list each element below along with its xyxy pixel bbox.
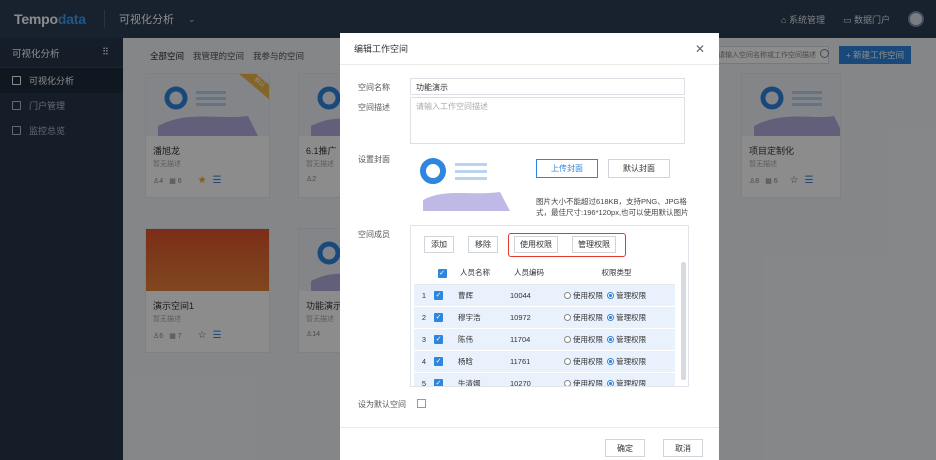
row-checkbox[interactable]: ✓: [434, 379, 443, 386]
radio-manage[interactable]: 管理权限: [607, 379, 646, 386]
cover-preview: [415, 148, 515, 211]
radio-use[interactable]: 使用权限: [564, 335, 603, 344]
members-label: 空间成员: [358, 230, 390, 239]
table-row: 3 ✓ 陈伟 11704 使用权限 管理权限: [414, 328, 675, 351]
table-row: 4 ✓ 杨晗 11761 使用权限 管理权限: [414, 350, 675, 373]
row-checkbox[interactable]: ✓: [434, 313, 443, 322]
dialog-title: 编辑工作空间: [354, 44, 409, 54]
desc-label: 空间描述: [358, 103, 390, 112]
table-scrollbar[interactable]: [681, 262, 686, 380]
members-table: ✓ 人员名称 人员编码 权限类型 1 ✓ 曹辉 10044 使用权限 管理权限 2 ✓ 穆宇…: [414, 262, 675, 386]
space-desc-input[interactable]: 请输入工作空间描述: [410, 97, 685, 144]
table-row: 2 ✓ 穆宇浩 10972 使用权限 管理权限: [414, 306, 675, 329]
radio-manage[interactable]: 管理权限: [607, 357, 646, 366]
radio-use[interactable]: 使用权限: [564, 313, 603, 322]
highlight-box: [508, 233, 626, 257]
col-name: 人员名称: [450, 262, 500, 285]
remove-member-button[interactable]: 移除: [468, 236, 498, 253]
radio-manage[interactable]: 管理权限: [607, 313, 646, 322]
cover-note: 图片大小不能超过618KB，支持PNG、JPG格式，最佳尺寸:196*120px…: [536, 197, 689, 217]
name-label: 空间名称: [358, 83, 390, 92]
cover-label: 设置封面: [358, 155, 390, 164]
row-checkbox[interactable]: ✓: [434, 291, 443, 300]
close-icon[interactable]: ✕: [695, 42, 705, 56]
upload-cover-button[interactable]: 上传封面: [536, 159, 598, 178]
radio-manage[interactable]: 管理权限: [607, 335, 646, 344]
confirm-button[interactable]: 确定: [605, 439, 645, 457]
edit-space-dialog: 编辑工作空间 ✕ 空间名称 功能演示 空间描述 请输入工作空间描述 设置封面 上…: [340, 33, 719, 460]
radio-manage[interactable]: 管理权限: [607, 291, 646, 300]
space-name-input[interactable]: 功能演示: [410, 78, 685, 95]
row-checkbox[interactable]: ✓: [434, 357, 443, 366]
select-all-checkbox[interactable]: ✓: [437, 268, 447, 278]
table-row: 5 ✓ 牛清娜 10270 使用权限 管理权限: [414, 372, 675, 386]
cancel-button[interactable]: 取消: [663, 439, 703, 457]
table-row: 1 ✓ 曹辉 10044 使用权限 管理权限: [414, 284, 675, 307]
row-checkbox[interactable]: ✓: [434, 335, 443, 344]
radio-use[interactable]: 使用权限: [564, 379, 603, 386]
col-perm: 权限类型: [558, 262, 675, 285]
default-space-checkbox[interactable]: [417, 399, 426, 408]
radio-use[interactable]: 使用权限: [564, 291, 603, 300]
default-cover-button[interactable]: 默认封面: [608, 159, 670, 178]
col-code: 人员编码: [500, 262, 558, 285]
radio-use[interactable]: 使用权限: [564, 357, 603, 366]
default-space-label: 设为默认空间: [358, 400, 406, 409]
add-member-button[interactable]: 添加: [424, 236, 454, 253]
